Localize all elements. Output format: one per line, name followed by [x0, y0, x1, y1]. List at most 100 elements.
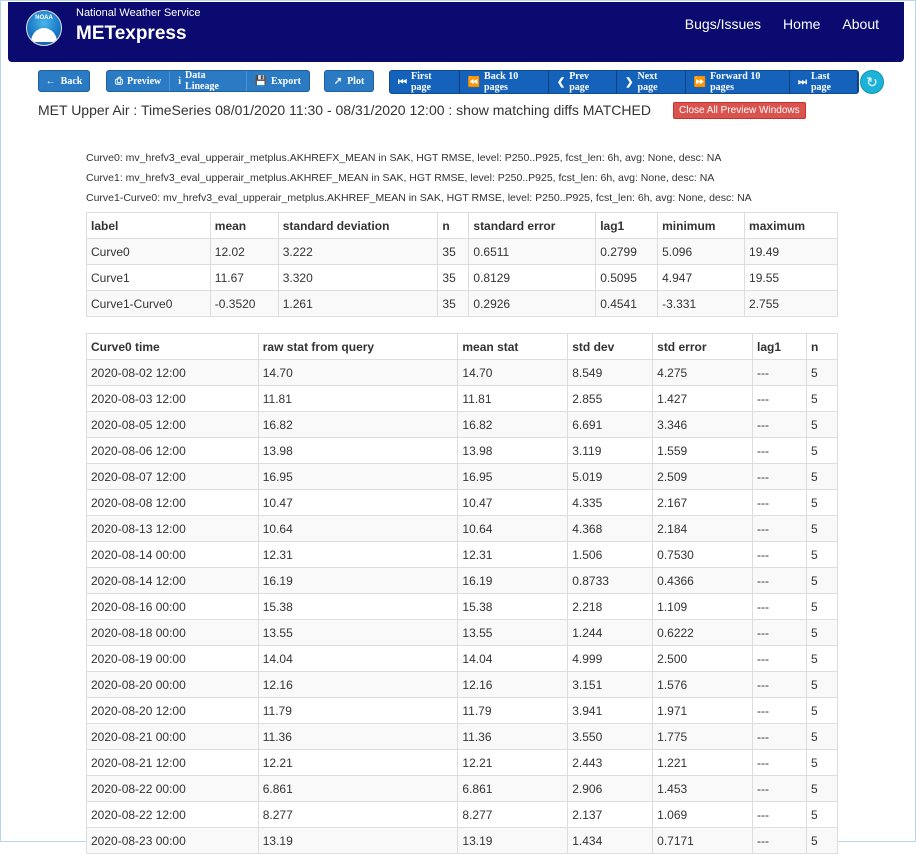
table-cell: ---: [752, 437, 807, 464]
page-title: MET Upper Air : TimeSeries 08/01/2020 11…: [38, 102, 651, 118]
table-cell: 12.02: [209, 238, 279, 265]
nav-link-home[interactable]: Home: [772, 16, 831, 32]
table-row: 2020-08-14 12:00 16.19 16.19 0.8733 0.4366 --…: [86, 567, 839, 594]
column-header: mean stat: [457, 333, 569, 360]
table-cell: 1.434: [567, 827, 654, 854]
plot-button[interactable]: ↗ Plot: [324, 70, 374, 92]
data-lineage-button[interactable]: i Data Lineage: [170, 71, 247, 91]
table-cell: 5: [805, 775, 839, 802]
table-cell: 1.069: [652, 801, 754, 828]
toolbar: ← Back ⎙ Preview i Data Lineage 💾 Export…: [0, 70, 916, 94]
fast-backward-icon: ⏪: [467, 76, 481, 88]
table-cell: 3.320: [277, 264, 439, 291]
table-row: 2020-08-21 12:00 12.21 12.21 2.443 1.221 --- 5: [86, 749, 839, 776]
table-cell: 2020-08-14 12:00: [86, 567, 259, 594]
table-cell: 2.184: [652, 515, 754, 542]
table-cell: -0.3520: [209, 290, 279, 317]
table-cell: 6.691: [567, 411, 654, 438]
table-cell: 2020-08-22 12:00: [86, 801, 259, 828]
table-cell: 12.16: [257, 671, 459, 698]
table-cell: 16.19: [457, 567, 569, 594]
table-cell: 0.8733: [567, 567, 654, 594]
table-cell: 10.64: [257, 515, 459, 542]
table-row: 2020-08-22 12:00 8.277 8.277 2.137 1.069 --- 5: [86, 801, 839, 828]
table-cell: ---: [752, 749, 807, 776]
table-cell: 0.7171: [652, 827, 754, 854]
table-cell: ---: [752, 619, 807, 646]
table-cell: ---: [752, 827, 807, 854]
table-cell: 5: [805, 749, 839, 776]
table-cell: Curve1-Curve0: [86, 290, 211, 317]
first-page-button[interactable]: ⏮ First page: [390, 71, 460, 93]
back-10-pages-button[interactable]: ⏪ Back 10 pages: [460, 71, 549, 93]
table-cell: 2020-08-05 12:00: [86, 411, 259, 438]
column-header: label: [86, 212, 211, 239]
table-cell: 1.109: [652, 593, 754, 620]
table-cell: 5: [805, 359, 839, 386]
table-row: 2020-08-03 12:00 11.81 11.81 2.855 1.427 --- 5: [86, 385, 839, 412]
table-cell: 8.277: [257, 801, 459, 828]
nav-link-about[interactable]: About: [831, 16, 890, 32]
table-cell: 1.427: [652, 385, 754, 412]
table-cell: 13.19: [457, 827, 569, 854]
table-cell: ---: [752, 411, 807, 438]
nav-link-bugs-issues[interactable]: Bugs/Issues: [674, 16, 772, 32]
first-page-label: First page: [411, 71, 432, 93]
refresh-button[interactable]: ↻: [860, 70, 884, 94]
close-all-preview-windows-button[interactable]: Close All Preview Windows: [673, 102, 806, 119]
table-cell: 11.36: [257, 723, 459, 750]
table-cell: 3.222: [277, 238, 439, 265]
chart-icon: ↗: [333, 75, 343, 87]
last-page-button[interactable]: ⏭ Last page: [790, 71, 858, 93]
table-cell: 0.6222: [652, 619, 754, 646]
noaa-logo[interactable]: NOAA: [26, 10, 62, 46]
table-cell: 2020-08-03 12:00: [86, 385, 259, 412]
table-row: 2020-08-16 00:00 15.38 15.38 2.218 1.109 --- 5: [86, 593, 839, 620]
table-cell: 6.861: [257, 775, 459, 802]
column-header: lag1: [595, 212, 659, 239]
table-cell: 2020-08-18 00:00: [86, 619, 259, 646]
table-cell: 15.38: [457, 593, 569, 620]
table-cell: 11.81: [457, 385, 569, 412]
table-cell: 10.64: [457, 515, 569, 542]
table-row: 2020-08-07 12:00 16.95 16.95 5.019 2.509 --- 5: [86, 463, 839, 490]
table-cell: 3.151: [567, 671, 654, 698]
column-header: n: [805, 333, 839, 360]
table-cell: 16.95: [457, 463, 569, 490]
table-cell: 15.38: [257, 593, 459, 620]
pagination-group: ⏮ First page ⏪ Back 10 pages ❮ Prev page…: [389, 70, 859, 94]
detail-header-row: Curve0 time raw stat from query mean sta…: [86, 333, 839, 360]
logo-text: NOAA: [35, 15, 53, 21]
table-cell: 1.559: [652, 437, 754, 464]
table-cell: ---: [752, 801, 807, 828]
next-page-button[interactable]: ❯ Next page: [617, 71, 686, 93]
navbar: NOAA National Weather Service METexpress…: [8, 2, 904, 62]
table-cell: 12.31: [257, 541, 459, 568]
table-cell: 6.861: [457, 775, 569, 802]
summary-row: Curve1 11.67 3.320 35 0.8129 0.5095 4.947 19.55: [86, 264, 838, 291]
next-page-label: Next page: [637, 71, 658, 93]
prev-page-button[interactable]: ❮ Prev page: [549, 71, 618, 93]
table-row: 2020-08-08 12:00 10.47 10.47 4.335 2.167 --- 5: [86, 489, 839, 516]
column-header: lag1: [752, 333, 807, 360]
table-row: 2020-08-02 12:00 14.70 14.70 8.549 4.275 --- 5: [86, 359, 839, 386]
table-cell: 4.368: [567, 515, 654, 542]
forward-10-pages-button[interactable]: ⏩ Forward 10 pages: [686, 71, 790, 93]
table-cell: 0.2926: [468, 290, 597, 317]
curve-description: Curve1: mv_hrefv3_eval_upperair_metplus.…: [86, 172, 715, 184]
table-cell: 0.6511: [468, 238, 597, 265]
info-icon: i: [178, 75, 182, 87]
table-cell: 5: [805, 671, 839, 698]
table-cell: 5.096: [657, 238, 746, 265]
forward-10-label: Forward 10 pages: [710, 71, 761, 93]
table-row: 2020-08-06 12:00 13.98 13.98 3.119 1.559 --- 5: [86, 437, 839, 464]
column-header: raw stat from query: [257, 333, 459, 360]
back-button[interactable]: ← Back: [38, 70, 90, 92]
summary-table: label mean standard deviation n standard…: [86, 212, 838, 317]
export-button[interactable]: 💾 Export: [247, 71, 309, 91]
brand-title[interactable]: METexpress: [76, 23, 187, 45]
preview-button[interactable]: ⎙ Preview: [107, 71, 171, 91]
column-header: mean: [209, 212, 279, 239]
table-cell: 5: [805, 437, 839, 464]
plot-label: Plot: [347, 75, 365, 87]
